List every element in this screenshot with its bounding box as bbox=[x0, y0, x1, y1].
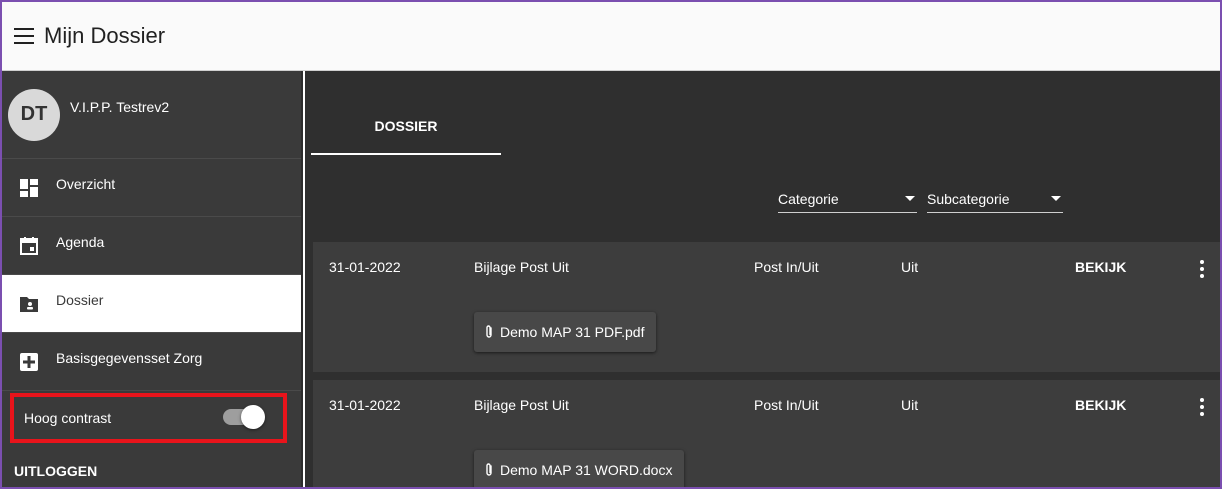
sidebar-item-overzicht[interactable]: Overzicht bbox=[2, 159, 301, 217]
main-content: DOSSIER Categorie Subcategorie 31-01-202… bbox=[305, 71, 1220, 487]
sidebar-item-label: Dossier bbox=[56, 291, 104, 308]
page-title: Mijn Dossier bbox=[44, 23, 166, 48]
attachment-name: Demo MAP 31 PDF.pdf bbox=[500, 324, 645, 340]
row-date: 31-01-2022 bbox=[329, 259, 401, 275]
sidebar-item-label: Agenda bbox=[56, 233, 105, 250]
row-title: Bijlage Post Uit bbox=[474, 397, 569, 413]
more-options-icon[interactable] bbox=[1200, 260, 1204, 278]
app-window: Mijn Dossier DT V.I.P.P. Testrev2 Overzi… bbox=[0, 0, 1222, 489]
user-name: V.I.P.P. Testrev2 bbox=[70, 98, 170, 115]
high-contrast-label: Hoog contrast bbox=[24, 410, 112, 426]
view-button[interactable]: BEKIJK bbox=[1075, 397, 1126, 413]
subcategory-select[interactable]: Subcategorie bbox=[927, 185, 1063, 213]
table-row: 31-01-2022 Bijlage Post Uit Post In/Uit … bbox=[313, 380, 1220, 487]
medical-plus-icon bbox=[20, 352, 38, 371]
row-title: Bijlage Post Uit bbox=[474, 259, 569, 275]
sidebar-item-label: Basisgegevensset Zorg bbox=[56, 349, 203, 366]
folder-user-icon bbox=[20, 295, 38, 313]
sidebar-item-agenda[interactable]: Agenda bbox=[2, 217, 301, 275]
high-contrast-toggle-row: Hoog contrast bbox=[10, 393, 287, 443]
high-contrast-switch[interactable] bbox=[223, 405, 265, 429]
tab-active-indicator bbox=[311, 153, 501, 155]
category-select[interactable]: Categorie bbox=[778, 185, 917, 213]
filter-bar: Categorie Subcategorie bbox=[305, 179, 1220, 219]
attachment-chip[interactable]: Demo MAP 31 PDF.pdf bbox=[474, 312, 657, 352]
logout-button[interactable]: UITLOGGEN bbox=[14, 463, 97, 479]
row-type: Post In/Uit bbox=[754, 397, 819, 413]
attachment-chip[interactable]: Demo MAP 31 WORD.docx bbox=[474, 450, 685, 487]
sidebar-item-label: Overzicht bbox=[56, 175, 116, 192]
paperclip-icon bbox=[484, 325, 494, 339]
sidebar-item-dossier[interactable]: Dossier bbox=[2, 275, 301, 333]
attachment-name: Demo MAP 31 WORD.docx bbox=[500, 462, 673, 478]
row-direction: Uit bbox=[901, 259, 919, 275]
tab-bar: DOSSIER bbox=[305, 71, 1220, 157]
subcategory-select-label: Subcategorie bbox=[927, 190, 1010, 207]
row-date: 31-01-2022 bbox=[329, 397, 401, 413]
row-type: Post In/Uit bbox=[754, 259, 819, 275]
avatar: DT bbox=[8, 88, 60, 141]
chevron-down-icon bbox=[905, 196, 915, 201]
top-app-bar: Mijn Dossier bbox=[2, 2, 1220, 71]
sidebar-item-basisgegevensset-zorg[interactable]: Basisgegevensset Zorg bbox=[2, 333, 301, 391]
user-profile: DT V.I.P.P. Testrev2 bbox=[2, 71, 301, 159]
chevron-down-icon bbox=[1051, 196, 1061, 201]
paperclip-icon bbox=[484, 463, 494, 477]
dashboard-icon bbox=[20, 178, 38, 197]
calendar-icon bbox=[20, 236, 38, 255]
sidebar: DT V.I.P.P. Testrev2 Overzicht Agenda Do… bbox=[2, 71, 303, 487]
table-row: 31-01-2022 Bijlage Post Uit Post In/Uit … bbox=[313, 242, 1220, 372]
switch-knob bbox=[241, 405, 265, 429]
hamburger-menu-icon[interactable] bbox=[14, 28, 34, 44]
view-button[interactable]: BEKIJK bbox=[1075, 259, 1126, 275]
row-direction: Uit bbox=[901, 397, 919, 413]
category-select-label: Categorie bbox=[778, 190, 839, 207]
more-options-icon[interactable] bbox=[1200, 398, 1204, 416]
tab-dossier[interactable]: DOSSIER bbox=[311, 71, 501, 155]
